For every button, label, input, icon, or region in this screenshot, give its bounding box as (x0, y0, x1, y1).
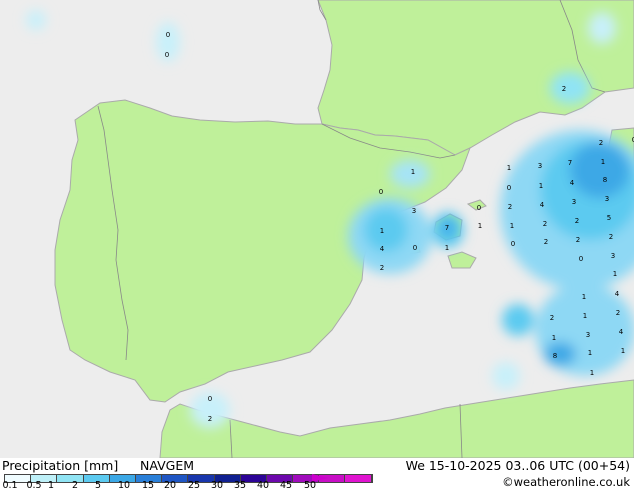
precip-value-label: 0 (166, 31, 170, 39)
precip-value-label: 1 (445, 244, 449, 252)
precip-value-label: 4 (615, 290, 620, 298)
precip-value-label: 3 (611, 252, 615, 260)
precip-value-label: 1 (590, 369, 594, 377)
precip-value-label: 2 (616, 309, 620, 317)
precip-value-label: 1 (478, 222, 482, 230)
precip-value-label: 1 (411, 168, 415, 176)
precip-value-label: 3 (605, 195, 609, 203)
precip-value-label: 0 (507, 184, 511, 192)
precip-value-label: 4 (570, 179, 575, 187)
precip-value-label: 3 (572, 198, 576, 206)
precip-value-label: 4 (380, 245, 385, 253)
precip-value-label: 0 (579, 255, 583, 263)
precip-value-label: 7 (568, 159, 572, 167)
precip-value-label: 2 (575, 217, 579, 225)
precip-value-label: 8 (553, 352, 557, 360)
precip-value-label: 1 (582, 293, 586, 301)
precip-value-label: 0 (208, 395, 212, 403)
precip-value-label: 1 (510, 222, 514, 230)
scale-segment (345, 475, 372, 482)
precip-value-label: 1 (380, 227, 384, 235)
precip-value-label: 2 (543, 220, 547, 228)
precipitation-map: 00210314 0271011 3 7 10 1 4 82 4 3 31 2 2 50 2 2 220 311 4… (0, 0, 634, 458)
precip-value-label: 1 (613, 270, 617, 278)
precip-value-label: 4 (619, 328, 624, 336)
precip-value-label: 2 (550, 314, 554, 322)
precip-value-label: 0 (511, 240, 515, 248)
precip-value-label: 0 (477, 204, 481, 212)
precip-value-label: 1 (552, 334, 556, 342)
precip-value-label: 0 (413, 244, 417, 252)
precip-value-label: 1 (539, 182, 543, 190)
precip-value-label: 1 (583, 312, 587, 320)
precip-value-label: 7 (445, 224, 449, 232)
forecast-datetime: We 15-10-2025 03..06 UTC (00+54) (405, 458, 630, 473)
precip-value-label: 3 (586, 331, 590, 339)
precip-value-label: 1 (507, 164, 511, 172)
precip-value-label: 2 (508, 203, 512, 211)
precip-value-label: 2 (208, 415, 212, 423)
model-name: NAVGEM (140, 458, 195, 473)
precip-value-label: 4 (540, 201, 545, 209)
precip-value-label: 3 (412, 207, 416, 215)
precip-value-label: 1 (621, 347, 625, 355)
credit-text: ©weatheronline.co.uk (502, 475, 630, 489)
precip-value-label: 2 (576, 236, 580, 244)
legend-title: Precipitation [mm] (2, 458, 119, 473)
precip-value-label: 2 (599, 139, 603, 147)
precip-value-label: 2 (380, 264, 384, 272)
precip-value-label: 3 (538, 162, 542, 170)
precip-value-label: 0 (379, 188, 383, 196)
precip-value-label: 1 (601, 158, 605, 166)
precip-value-label: 2 (609, 233, 613, 241)
precip-value-label: 5 (607, 214, 611, 222)
precip-value-label: 1 (588, 349, 592, 357)
precip-value-label: 2 (562, 85, 566, 93)
precip-value-label: 2 (544, 238, 548, 246)
precip-value-label: 0 (165, 51, 169, 59)
precip-value-label: 8 (603, 176, 607, 184)
